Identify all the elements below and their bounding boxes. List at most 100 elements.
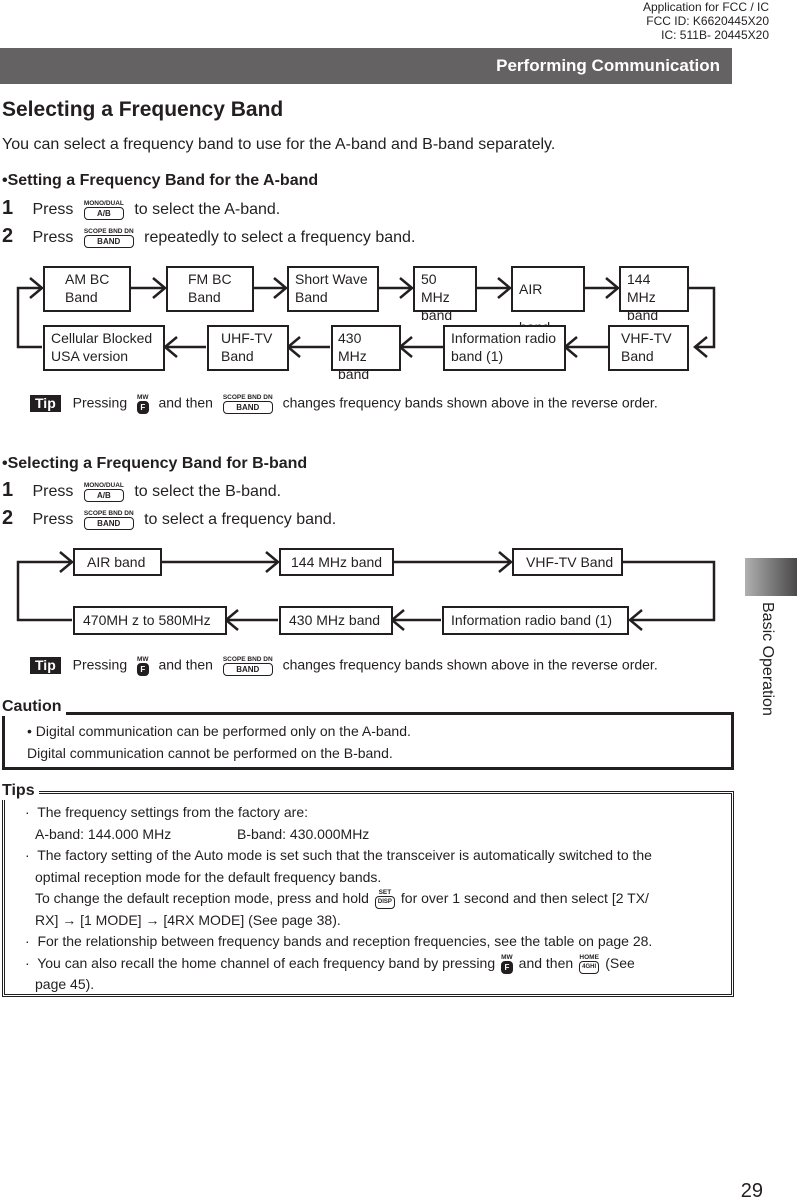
b-band-factory-freq: B-band: 430.000MHz [237,825,370,842]
flow-box-uhf-tv: UHF-TV Band [207,325,289,371]
bullet: · [25,847,30,863]
step-pre: Press [32,483,74,500]
key-label: BAND [222,401,273,414]
caution-line-1: • Digital communication can be performed… [27,723,411,739]
tip-item-relationship: · For the relationship between frequency… [25,931,725,953]
key-caption: SET [378,889,392,897]
tip-text: To change the default reception mode, pr… [35,890,369,906]
key-caption: SCOPE BND DN [222,394,273,401]
b-flow-box-144mhz: 144 MHz band [279,548,394,576]
key-caption: MW [137,656,149,663]
box-line: Information radio [451,330,557,346]
step-number: 2 [2,507,14,529]
tip-item-auto-mode: · The factory setting of the Auto mode i… [25,845,725,867]
a-band-tip: Tip Pressing MW F and then SCOPE BND DN BA… [30,394,658,414]
key-caption: HOME [579,953,599,961]
flow-box-short-wave: Short Wave Band [287,266,379,312]
box-line: Short Wave [295,271,368,287]
tip-pre: Pressing [72,394,128,411]
box-line: USA version [51,348,129,364]
bullet: · [25,954,30,971]
tip-post: changes frequency bands shown above in t… [282,394,658,411]
page-number: 29 [740,1180,763,1202]
band-key-icon: SCOPE BND DN BAND [222,656,273,676]
tip-item-home-channel: · You can also recall the home channel o… [25,953,725,975]
caution-line-2: Digital communication cannot be performe… [27,745,393,761]
chapter-label: Basic Operation [759,602,776,716]
step-number: 1 [2,479,14,501]
box-line: Cellular Blocked [51,330,153,346]
b-band-heading: •Selecting a Frequency Band for B-band [2,455,308,472]
step-post: to select the B-band. [134,483,282,500]
tip-factory-values: A-band: 144.000 MHz B-band: 430.000MHz [25,824,725,846]
bullet: · [25,804,30,820]
key-label: F [137,401,149,414]
tips-content: · The frequency settings from the factor… [25,802,725,996]
tip-line-disp: To change the default reception mode, pr… [25,888,725,910]
key-caption: SCOPE BND DN [83,509,134,517]
box-line: band [627,307,659,323]
tip-text: page 45). [35,976,95,992]
tip-mid: and then [158,656,213,673]
key-caption: MONO/DUAL [83,481,124,489]
box-line: Band [188,289,221,305]
key-label: DISP [374,896,395,910]
tip-text: The frequency settings from the factory … [37,804,308,820]
tip-pre: Pressing [72,656,128,673]
flow-box-cellular-blocked: Cellular Blocked USA version [43,325,165,371]
tip-text: for over 1 second and then select [2 TX/ [400,890,649,906]
tip-text: You can also recall the home channel of … [37,954,496,971]
b-step-1: 1 Press MONO/DUAL A/B to select the B-ban… [2,479,281,503]
b-flow-box-information-radio: Information radio band (1) [442,606,629,635]
disp-key-icon: SET DISP [374,889,395,910]
box-line: band (1) [451,348,504,364]
f-key-icon: MW F [501,954,513,974]
key-caption: SCOPE BND DN [222,656,273,663]
tip-text: and then [518,954,574,971]
flow-box-430mhz: 430 MHz band [331,325,401,382]
tip-badge: Tip [30,656,61,674]
step-post: to select a frequency band. [144,511,337,528]
key-label: A/B [83,488,124,502]
step-pre: Press [32,511,74,528]
flow-box-air-band: AIR band [511,266,585,335]
a-band-factory-freq: A-band: 144.000 MHz [35,825,172,842]
b-flow-box-air-band: AIR band [73,548,162,576]
bullet: · [25,933,30,949]
flow-box-am-bc: AM BC Band [43,266,131,312]
b-step-2: 2 Press SCOPE BND DN BAND to select a fre… [2,507,336,531]
tip-item-factory: · The frequency settings from the factor… [25,802,725,824]
f-key-icon: MW F [137,394,149,414]
flow-connectors [16,277,716,631]
box-line: Band [65,289,98,305]
box-line: band [421,307,453,323]
tip-text: RX] → [1 MODE] → [4RX MODE] (See page 38… [35,911,341,928]
tip-badge: Tip [30,394,61,412]
tip-text: (See [605,954,635,971]
b-flow-box-430mhz: 430 MHz band [279,606,393,635]
tip-post: changes frequency bands shown above in t… [282,656,658,673]
caution-box: • Digital communication can be performed… [2,712,734,770]
flow-box-50mhz: 50 MHz band [413,266,477,323]
b-flow-box-470-580mhz: 470MH z to 580MHz [73,606,227,635]
box-line: Band [221,348,254,364]
flow-box-vhf-tv: VHF-TV Band [608,325,689,371]
home-key-icon: HOME 4GHI [579,953,600,974]
flow-box-information-radio: Information radio band (1) [443,325,566,371]
ab-key-icon: MONO/DUAL A/B [83,481,124,502]
box-line: UHF-TV [221,330,273,346]
box-line: 50 MHz [421,271,450,305]
tip-text: The factory setting of the Auto mode is … [37,847,652,863]
band-key-icon: SCOPE BND DN BAND [83,509,134,530]
tip-mid: and then [158,394,213,411]
tip-text: For the relationship between frequency b… [37,933,653,949]
tips-label: Tips [2,782,39,800]
chapter-tab [745,558,797,596]
box-line: Band [295,289,328,305]
tip-text: optimal reception mode for the default f… [35,868,382,885]
key-label: BAND [222,663,273,676]
key-label: BAND [83,516,134,530]
box-line: 430 MHz [338,330,367,364]
f-key-icon: MW F [137,656,149,676]
band-key-icon: SCOPE BND DN BAND [222,394,273,414]
